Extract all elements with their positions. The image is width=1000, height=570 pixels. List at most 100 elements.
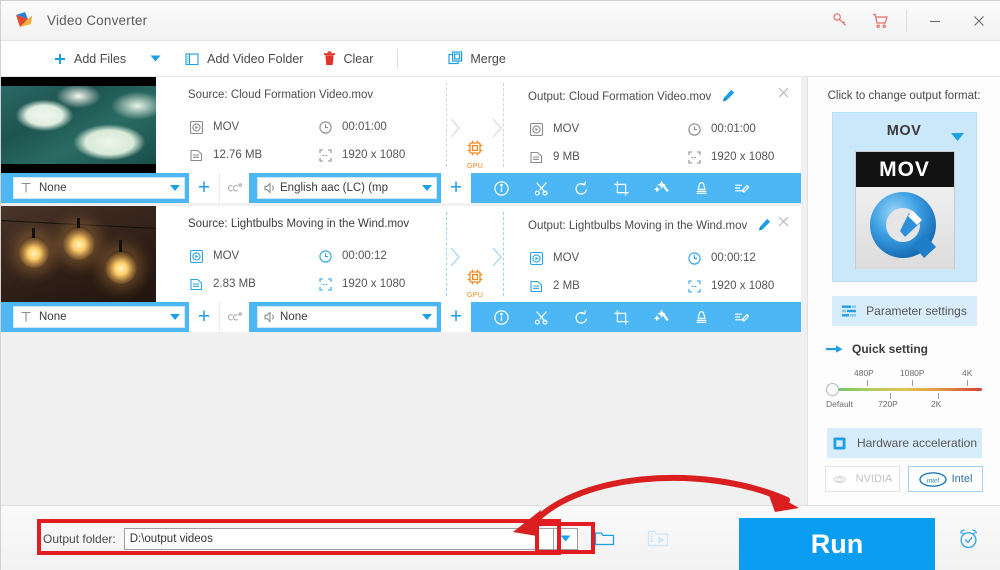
video-format-icon <box>528 121 544 137</box>
hardware-acceleration-label: Hardware acceleration <box>856 436 978 450</box>
nvidia-eye-icon <box>832 475 846 483</box>
close-button[interactable] <box>957 1 1000 41</box>
video-thumbnail[interactable] <box>1 206 156 302</box>
edit-pencil-icon[interactable] <box>758 218 771 231</box>
source-duration-row: 00:01:00 <box>317 113 446 141</box>
source-size: 2.83 MB <box>213 278 256 290</box>
output-folder-input[interactable]: D:\output videos <box>123 527 554 550</box>
file-card[interactable]: Source: Cloud Formation Video.mov MOV 12… <box>1 77 801 203</box>
output-size-row: 9 MB <box>528 143 686 171</box>
video-thumbnail[interactable] <box>1 77 156 173</box>
mov-format-icon: MOV <box>854 151 955 269</box>
watermark-icon[interactable] <box>687 173 715 203</box>
file-card[interactable]: Source: Lightbulbs Moving in the Wind.mo… <box>1 206 801 332</box>
video-format-icon <box>188 119 204 135</box>
remove-file-button[interactable] <box>775 214 791 230</box>
remove-file-button[interactable] <box>775 85 791 101</box>
output-info: Output: Cloud Formation Video.mov MOV 9 … <box>504 77 807 173</box>
source-info: Source: Lightbulbs Moving in the Wind.mo… <box>156 206 446 302</box>
source-format-row: MOV <box>188 242 317 270</box>
info-icon[interactable] <box>487 302 515 332</box>
output-size: 9 MB <box>553 151 580 163</box>
slider-knob[interactable] <box>826 383 839 396</box>
chevron-down-icon <box>422 185 432 191</box>
output-resolution: 1920 x 1080 <box>711 280 775 292</box>
slider-tick-4k: 4K <box>962 368 973 378</box>
crop-icon[interactable] <box>607 173 635 203</box>
add-audio-button[interactable]: + <box>441 302 471 332</box>
cut-icon[interactable] <box>527 302 555 332</box>
preview-folder-icon <box>647 530 669 547</box>
scheduler-button[interactable] <box>951 522 985 556</box>
output-size: 2 MB <box>553 280 580 292</box>
add-subtitle-button[interactable]: + <box>189 302 219 332</box>
subtitle-track-select[interactable]: None <box>13 177 185 199</box>
add-files-dropdown-caret-icon[interactable] <box>136 55 175 62</box>
key-icon[interactable] <box>820 1 860 41</box>
add-video-folder-label: Add Video Folder <box>207 51 304 66</box>
add-video-folder-button[interactable]: Add Video Folder <box>175 41 313 76</box>
output-resolution-row: 1920 x 1080 <box>686 272 807 300</box>
run-button[interactable]: Run <box>739 518 935 570</box>
merge-button[interactable]: Merge <box>438 41 515 76</box>
output-folder-label: Output folder: <box>43 531 116 546</box>
file-action-bar: None + English aac (LC) (mp + <box>1 173 801 203</box>
slider-arrow-icon <box>826 345 843 353</box>
output-format-row: MOV <box>528 244 686 272</box>
slider-tick-2k: 2K <box>931 399 942 409</box>
clock-icon <box>686 121 702 137</box>
source-duration-row: 00:00:12 <box>317 242 446 270</box>
subtitle-track-select[interactable]: None <box>13 306 185 328</box>
video-format-icon <box>188 248 204 264</box>
output-format-panel: Click to change output format: MOV MOV P… <box>807 77 1000 505</box>
hardware-acceleration-button[interactable]: Hardware acceleration <box>826 428 982 458</box>
clear-button[interactable]: Clear <box>313 41 383 76</box>
output-folder-dropdown-button[interactable] <box>553 527 578 550</box>
add-files-button[interactable]: Add Files <box>43 41 136 76</box>
info-icon[interactable] <box>487 173 515 203</box>
subtitle-edit-icon[interactable] <box>727 302 755 332</box>
clear-label: Clear <box>343 51 374 66</box>
output-folder-value: D:\output videos <box>129 532 213 545</box>
audio-track-select[interactable]: None <box>257 306 437 328</box>
slider-tick-1080p: 1080P <box>900 368 925 378</box>
preview-output-button[interactable] <box>641 524 675 554</box>
audio-track-value: None <box>280 311 308 323</box>
rotate-icon[interactable] <box>567 173 595 203</box>
quality-slider[interactable]: 480P 1080P 4K Default 720P 2K <box>826 366 984 416</box>
chevron-down-icon <box>170 185 180 191</box>
audio-track-select[interactable]: English aac (LC) (mp <box>257 177 437 199</box>
output-title-text: Output: Cloud Formation Video.mov <box>528 91 712 103</box>
browse-folder-button[interactable] <box>588 526 622 552</box>
nvidia-label: NVIDIA <box>855 473 893 485</box>
mov-format-icon-label: MOV <box>855 152 954 187</box>
nvidia-toggle[interactable]: NVIDIA <box>825 466 900 492</box>
parameter-settings-button[interactable]: Parameter settings <box>831 296 977 326</box>
cc-icon[interactable] <box>219 173 249 203</box>
quick-setting-header: Quick setting <box>826 342 1000 356</box>
effect-icon[interactable] <box>647 173 675 203</box>
subtitle-edit-icon[interactable] <box>727 173 755 203</box>
chevron-down-icon[interactable] <box>950 128 964 146</box>
cart-icon[interactable] <box>860 1 900 41</box>
cc-icon[interactable] <box>219 302 249 332</box>
rotate-icon[interactable] <box>567 302 595 332</box>
add-subtitle-button[interactable]: + <box>189 173 219 203</box>
crop-icon[interactable] <box>607 302 635 332</box>
watermark-icon[interactable] <box>687 302 715 332</box>
slider-track[interactable] <box>834 388 982 391</box>
intel-toggle[interactable]: intel Intel <box>908 466 983 492</box>
cut-icon[interactable] <box>527 173 555 203</box>
gpu-badge: GPU <box>460 139 490 170</box>
minimize-button[interactable] <box>913 1 957 41</box>
effect-icon[interactable] <box>647 302 675 332</box>
add-audio-button[interactable]: + <box>441 173 471 203</box>
edit-pencil-icon[interactable] <box>722 89 735 102</box>
file-size-icon <box>188 147 204 163</box>
slider-tick-480p: 480P <box>854 368 874 378</box>
output-format-card[interactable]: MOV MOV <box>831 112 977 282</box>
source-resolution-row: 1920 x 1080 <box>317 141 446 169</box>
output-duration: 00:00:12 <box>711 252 756 264</box>
main-toolbar: Add Files Add Video Folder Clear Merge <box>1 41 1000 77</box>
output-format: MOV <box>553 252 580 264</box>
